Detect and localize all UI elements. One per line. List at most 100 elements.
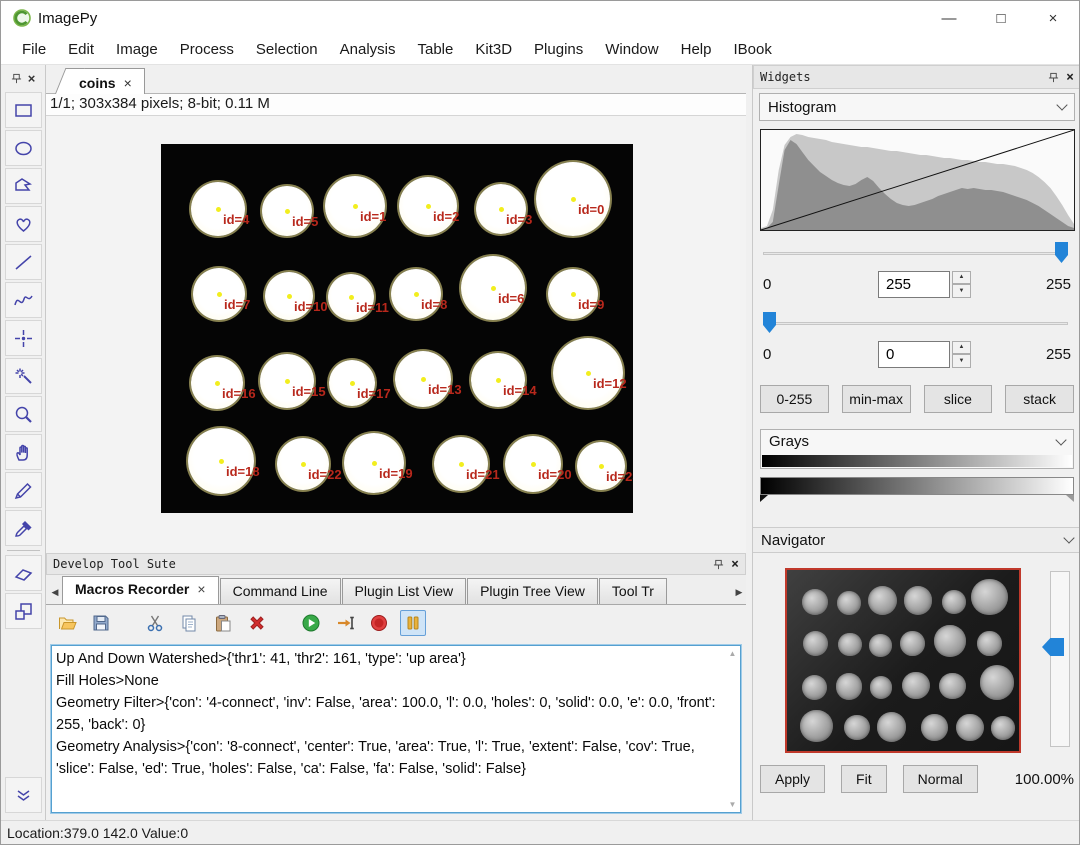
tab-close-icon[interactable]: × xyxy=(197,581,205,604)
navigator-thumbnail[interactable] xyxy=(785,568,1021,753)
menu-selection[interactable]: Selection xyxy=(245,37,329,62)
eraser-tool-button[interactable] xyxy=(4,555,42,591)
spin-up-icon[interactable]: ▲ xyxy=(952,270,971,284)
min-slider-thumb[interactable] xyxy=(763,312,776,333)
range-button-0-255[interactable]: 0-255 xyxy=(760,385,829,413)
open-button[interactable] xyxy=(54,610,80,636)
minimize-button[interactable]: — xyxy=(923,1,975,35)
run-button[interactable] xyxy=(298,610,324,636)
menu-window[interactable]: Window xyxy=(594,37,669,62)
ellipse-select-button[interactable] xyxy=(4,130,42,166)
coin-id-label: id=18 xyxy=(226,464,260,479)
tab-macros-recorder[interactable]: Macros Recorder × xyxy=(62,576,219,604)
point-roi-button[interactable] xyxy=(4,320,42,356)
coin-centroid-dot xyxy=(216,291,222,297)
menu-edit[interactable]: Edit xyxy=(57,37,105,62)
more-tools-button[interactable] xyxy=(5,777,42,813)
navigator-zoom-slider[interactable] xyxy=(1042,571,1070,747)
line-roi-button[interactable] xyxy=(4,244,42,280)
pin-icon[interactable] xyxy=(11,73,22,84)
tab-scroll-right[interactable]: ▶ xyxy=(732,580,746,604)
menu-help[interactable]: Help xyxy=(670,37,723,62)
max-spinner[interactable]: ▲ ▼ xyxy=(952,270,971,298)
hand-pan-button[interactable] xyxy=(4,434,42,470)
navigator-coin xyxy=(876,712,907,742)
coin-centroid-dot xyxy=(352,203,358,209)
menu-ibook[interactable]: IBook xyxy=(722,37,782,62)
gradient-right-marker[interactable] xyxy=(1066,495,1074,502)
coin-centroid-dot xyxy=(598,463,604,469)
freehand-select-button[interactable] xyxy=(4,206,42,242)
image-canvas[interactable]: id=4 id=5 id=1 id=2 id=3 id=0 id=7 id=10 id=11 id… xyxy=(46,116,746,553)
min-spinner[interactable]: ▲ ▼ xyxy=(952,340,971,368)
max-slider-thumb[interactable] xyxy=(1055,242,1068,263)
pin-icon[interactable] xyxy=(713,559,724,570)
coins-binary-image[interactable]: id=4 id=5 id=1 id=2 id=3 id=0 id=7 id=10 id=11 id… xyxy=(161,144,633,513)
lut-gradient-bar[interactable] xyxy=(760,477,1074,495)
spin-down-icon[interactable]: ▼ xyxy=(952,284,971,298)
menu-analysis[interactable]: Analysis xyxy=(329,37,407,62)
menu-plugins[interactable]: Plugins xyxy=(523,37,594,62)
color-picker-button[interactable] xyxy=(4,510,42,546)
tab-plugin-list-view[interactable]: Plugin List View xyxy=(341,578,467,604)
step-into-button[interactable] xyxy=(332,610,358,636)
dock-close-icon[interactable]: × xyxy=(1066,70,1074,85)
navigator-slider-thumb[interactable] xyxy=(1042,638,1064,656)
macro-scrollbar[interactable]: ▲ ▼ xyxy=(726,647,739,811)
imagepy-logo-icon xyxy=(13,9,31,27)
duplicate-window-button[interactable] xyxy=(4,593,42,629)
range-button-stack[interactable]: stack xyxy=(1005,385,1074,413)
pause-button[interactable] xyxy=(400,610,426,636)
normal-button[interactable]: Normal xyxy=(902,765,978,793)
range-button-slice[interactable]: slice xyxy=(923,385,993,413)
spin-up-icon[interactable]: ▲ xyxy=(952,340,971,354)
zoom-tool-button[interactable] xyxy=(4,396,42,432)
record-button[interactable] xyxy=(366,610,392,636)
pin-icon[interactable] xyxy=(1048,72,1059,83)
menu-file[interactable]: File xyxy=(11,37,57,62)
coin-id-label: id=16 xyxy=(222,386,256,401)
close-button[interactable]: × xyxy=(1027,1,1079,35)
pencil-tool-button[interactable] xyxy=(4,472,42,508)
delete-button[interactable] xyxy=(244,610,270,636)
polygon-select-button[interactable] xyxy=(4,168,42,204)
max-level-slider[interactable] xyxy=(763,241,1068,265)
scroll-up-icon[interactable]: ▲ xyxy=(729,649,737,658)
cut-button[interactable] xyxy=(142,610,168,636)
menu-image[interactable]: Image xyxy=(105,37,169,62)
min-value-input[interactable] xyxy=(878,340,950,368)
magic-wand-button[interactable] xyxy=(4,358,42,394)
menu-kit3d[interactable]: Kit3D xyxy=(464,37,523,62)
tab-tool-tr[interactable]: Tool Tr xyxy=(598,578,667,604)
tab-scroll-left[interactable]: ◀ xyxy=(48,580,62,604)
max-value-input[interactable] xyxy=(878,270,950,298)
dock-close-icon[interactable]: × xyxy=(731,557,739,572)
tab-coins[interactable]: coins × xyxy=(68,68,145,94)
range-button-min-max[interactable]: min-max xyxy=(841,385,911,413)
gradient-left-marker[interactable] xyxy=(760,495,768,502)
min-level-slider[interactable] xyxy=(763,311,1068,335)
curve-roi-button[interactable] xyxy=(4,282,42,318)
apply-button[interactable]: Apply xyxy=(760,765,826,793)
tab-command-line[interactable]: Command Line xyxy=(219,578,341,604)
toolbar-separator xyxy=(6,550,40,551)
menu-bar: File Edit Image Process Selection Analysis Tab… xyxy=(1,35,1079,65)
rectangle-select-button[interactable] xyxy=(4,92,42,128)
dock-close-icon[interactable]: × xyxy=(28,71,36,86)
macro-text[interactable]: Up And Down Watershed>{'thr1': 41, 'thr2… xyxy=(56,648,724,810)
menu-table[interactable]: Table xyxy=(407,37,465,62)
paste-button[interactable] xyxy=(210,610,236,636)
widget-selector-combobox[interactable]: Histogram xyxy=(759,93,1075,121)
fit-button[interactable]: Fit xyxy=(841,765,887,793)
tab-close-icon[interactable]: × xyxy=(124,75,132,91)
save-button[interactable] xyxy=(88,610,114,636)
spin-down-icon[interactable]: ▼ xyxy=(952,354,971,368)
copy-button[interactable] xyxy=(176,610,202,636)
menu-process[interactable]: Process xyxy=(169,37,245,62)
maximize-button[interactable]: □ xyxy=(975,1,1027,35)
tab-plugin-tree-view[interactable]: Plugin Tree View xyxy=(467,578,598,604)
scroll-down-icon[interactable]: ▼ xyxy=(729,800,737,809)
chevron-down-icon xyxy=(1055,433,1067,446)
lut-combobox[interactable]: Grays xyxy=(760,429,1074,469)
navigator-header[interactable]: Navigator xyxy=(753,527,1079,553)
